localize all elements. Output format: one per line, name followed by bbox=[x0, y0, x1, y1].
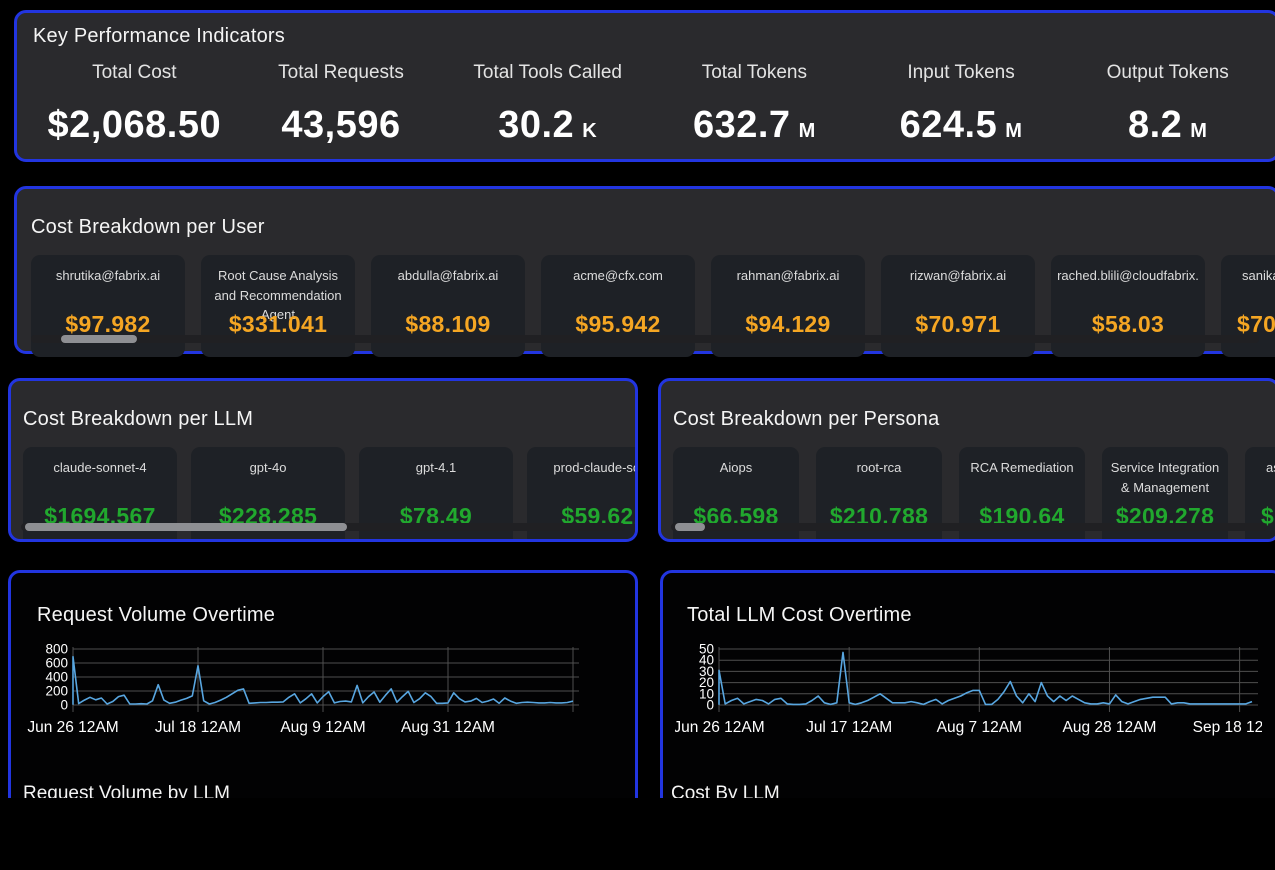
card-label: acme@cfx.com bbox=[546, 266, 690, 286]
kpi-row: Total Cost $2,068.50 Total Requests 43,5… bbox=[31, 62, 1271, 147]
kpi-value: 632.7M bbox=[651, 104, 858, 147]
scrollbar-thumb[interactable] bbox=[675, 523, 705, 531]
line-chart-svg: 50403020100Jun 26 12AMJul 17 12AMAug 7 1… bbox=[675, 643, 1262, 739]
svg-text:Jul 18 12AM: Jul 18 12AM bbox=[155, 719, 241, 736]
request-volume-by-llm-title: Request Volume by LLM bbox=[23, 783, 230, 798]
kpi-label: Total Tokens bbox=[651, 62, 858, 84]
kpi-total-tools-called: Total Tools Called 30.2K bbox=[444, 62, 651, 147]
cost-per-llm-panel: Cost Breakdown per LLM claude-sonnet-4$1… bbox=[8, 378, 638, 542]
kpi-label: Total Tools Called bbox=[444, 62, 651, 84]
svg-text:400: 400 bbox=[45, 670, 68, 685]
horizontal-scrollbar[interactable] bbox=[21, 523, 625, 531]
card-label: shrutika@fabrix.ai bbox=[36, 266, 180, 286]
kpi-output-tokens: Output Tokens 8.2M bbox=[1064, 62, 1271, 147]
kpi-panel: Key Performance Indicators Total Cost $2… bbox=[14, 10, 1275, 162]
cost-per-user-title: Cost Breakdown per User bbox=[31, 216, 1275, 239]
line-chart-svg: 8006004002000 Jun 26 12AM Jul 18 12AM Aug 9… bbox=[27, 643, 583, 739]
kpi-unit: M bbox=[1190, 120, 1207, 142]
card-label: gpt-4o bbox=[196, 458, 340, 478]
llm-cost-chart: 50403020100Jun 26 12AMJul 17 12AMAug 7 1… bbox=[675, 643, 1275, 744]
card-label: abdulla@fabrix.ai bbox=[376, 266, 520, 286]
svg-text:Jul 17 12AM: Jul 17 12AM bbox=[806, 719, 892, 736]
svg-text:Aug 31 12AM: Aug 31 12AM bbox=[401, 719, 495, 736]
llm-cost-chart-title: Total LLM Cost Overtime bbox=[687, 604, 1275, 627]
kpi-label: Input Tokens bbox=[858, 62, 1065, 84]
kpi-label: Output Tokens bbox=[1064, 62, 1271, 84]
card-label: rached.blili@cloudfabrix. bbox=[1056, 266, 1200, 286]
kpi-value: $2,068.50 bbox=[31, 104, 238, 147]
llm-cost-panel: Total LLM Cost Overtime 50403020100Jun 2… bbox=[660, 570, 1275, 798]
card-label: root-rca bbox=[821, 458, 937, 478]
scrollbar-thumb[interactable] bbox=[25, 523, 347, 531]
request-volume-chart: 8006004002000 Jun 26 12AM Jul 18 12AM Aug 9… bbox=[27, 643, 635, 744]
cost-by-llm-title: Cost By LLM bbox=[671, 783, 780, 798]
card-label: claude-sonnet-4 bbox=[28, 458, 172, 478]
dashboard-viewport: Key Performance Indicators Total Cost $2… bbox=[0, 0, 1275, 798]
card-label: asse bbox=[1250, 458, 1275, 478]
scrollbar-thumb[interactable] bbox=[61, 335, 137, 343]
kpi-value: 624.5M bbox=[858, 104, 1065, 147]
kpi-total-cost: Total Cost $2,068.50 bbox=[31, 62, 238, 147]
kpi-input-tokens: Input Tokens 624.5M bbox=[858, 62, 1065, 147]
kpi-unit: M bbox=[1005, 120, 1022, 142]
svg-text:Aug 7 12AM: Aug 7 12AM bbox=[937, 719, 1022, 736]
card-label: Aiops bbox=[678, 458, 794, 478]
card-label: sanika bbox=[1226, 266, 1275, 286]
svg-text:0: 0 bbox=[706, 698, 714, 713]
svg-text:Jun 26 12AM: Jun 26 12AM bbox=[27, 719, 118, 736]
svg-text:Aug 28 12AM: Aug 28 12AM bbox=[1062, 719, 1156, 736]
kpi-value: 43,596 bbox=[238, 104, 445, 147]
horizontal-scrollbar[interactable] bbox=[671, 523, 1267, 531]
cost-per-persona-panel: Cost Breakdown per Persona Aiops$66.598r… bbox=[658, 378, 1275, 542]
svg-text:800: 800 bbox=[45, 643, 68, 657]
card-label: rahman@fabrix.ai bbox=[716, 266, 860, 286]
card-label: RCA Remediation bbox=[964, 458, 1080, 478]
svg-text:Jun 26 12AM: Jun 26 12AM bbox=[675, 719, 765, 736]
card-label: Service Integration & Management bbox=[1107, 458, 1223, 497]
kpi-label: Total Requests bbox=[238, 62, 445, 84]
kpi-unit: K bbox=[582, 120, 597, 142]
request-volume-panel: Request Volume Overtime 8006004002000 Jun… bbox=[8, 570, 638, 798]
svg-text:0: 0 bbox=[60, 698, 68, 713]
card-label: prod-claude-sonn bbox=[532, 458, 638, 478]
horizontal-scrollbar[interactable] bbox=[31, 335, 1259, 343]
svg-text:600: 600 bbox=[45, 656, 68, 671]
kpi-total-requests: Total Requests 43,596 bbox=[238, 62, 445, 147]
svg-text:Aug 9 12AM: Aug 9 12AM bbox=[280, 719, 365, 736]
card-label: gpt-4.1 bbox=[364, 458, 508, 478]
kpi-label: Total Cost bbox=[31, 62, 238, 84]
kpi-value: 30.2K bbox=[444, 104, 651, 147]
svg-text:Sep 18 12AM: Sep 18 12AM bbox=[1193, 719, 1262, 736]
cost-per-llm-title: Cost Breakdown per LLM bbox=[23, 408, 635, 431]
request-volume-chart-title: Request Volume Overtime bbox=[37, 604, 635, 627]
card-label: rizwan@fabrix.ai bbox=[886, 266, 1030, 286]
kpi-total-tokens: Total Tokens 632.7M bbox=[651, 62, 858, 147]
svg-text:200: 200 bbox=[45, 684, 68, 699]
cost-per-user-panel: Cost Breakdown per User shrutika@fabrix.… bbox=[14, 186, 1275, 354]
kpi-unit: M bbox=[799, 120, 816, 142]
cost-per-persona-title: Cost Breakdown per Persona bbox=[673, 408, 1275, 431]
kpi-panel-title: Key Performance Indicators bbox=[33, 25, 1275, 48]
kpi-value: 8.2M bbox=[1064, 104, 1271, 147]
